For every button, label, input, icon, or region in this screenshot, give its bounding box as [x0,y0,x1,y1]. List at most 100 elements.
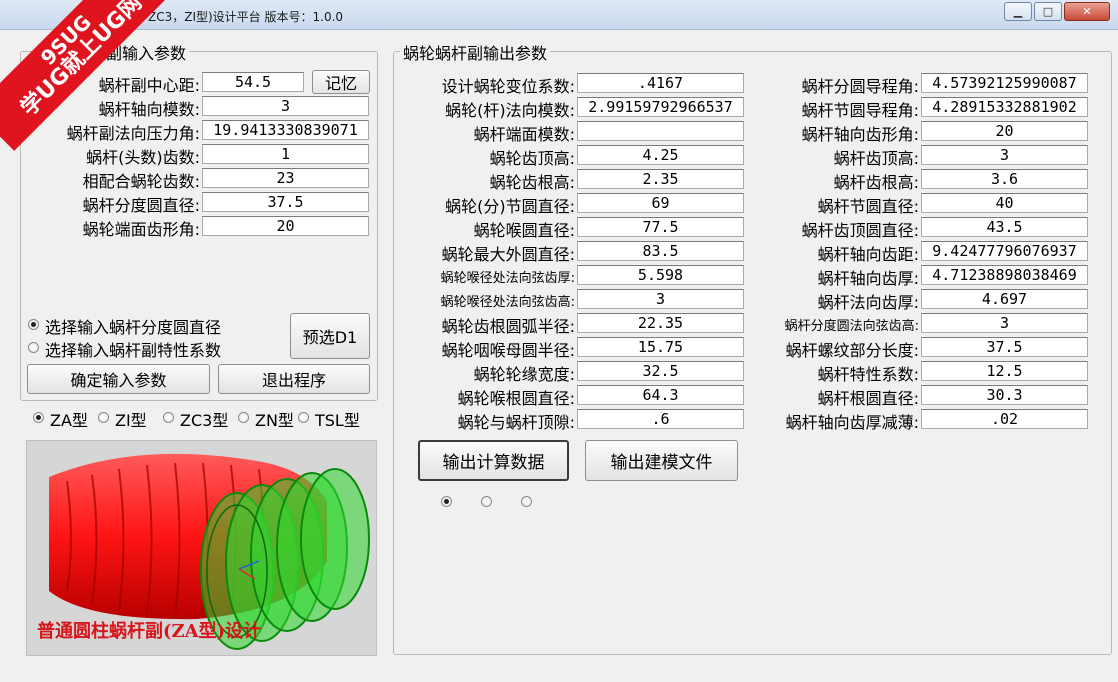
output-field: 40 [921,193,1088,213]
type-radio[interactable] [298,412,309,423]
input-field[interactable]: 3 [202,96,369,116]
output-label: 蜗杆轴向齿形角: [801,125,919,144]
output-label: 蜗杆轴向齿厚: [817,269,919,288]
output-field: 83.5 [577,241,744,261]
output-label: 蜗轮齿根圆弧半径: [441,317,575,336]
output-field: 5.598 [577,265,744,285]
input-field[interactable]: 54.5 [202,72,304,92]
output-label: 蜗轮咽喉母圆半径: [441,341,575,360]
output-label: 蜗轮(杆)法向模数: [445,101,575,120]
output-label: 蜗杆节圆直径: [817,197,919,216]
type-radio[interactable] [163,412,174,423]
window-title: ZC3，ZI型)设计平台 版本号：1.0.0 [148,10,344,24]
maximize-icon: □ [1042,5,1054,18]
type-radio[interactable] [238,412,249,423]
output-calc-data-button[interactable]: 输出计算数据 [418,440,569,481]
preselect-d1-button[interactable]: 预选D1 [290,313,370,359]
close-button[interactable]: ✕ [1064,2,1110,21]
output-label: 蜗杆端面模数: [473,125,575,144]
close-icon: ✕ [1082,5,1092,18]
output-field: 20 [921,121,1088,141]
output-field: 3.6 [921,169,1088,189]
output-field: 32.5 [577,361,744,381]
preview-caption: 普通圆柱蜗杆副(ZA型)设计 [37,621,262,642]
output-option-radio-3[interactable] [521,496,532,507]
output-field: .6 [577,409,744,429]
output-group-title: 蜗轮蜗杆副输出参数 [400,40,551,64]
output-field: 3 [577,289,744,309]
output-field: 12.5 [921,361,1088,381]
title-bar: ZC3，ZI型)设计平台 版本号：1.0.0 ▁ □ ✕ [0,0,1118,30]
output-label: 蜗杆轴向齿厚减薄: [785,413,919,432]
type-radio[interactable] [98,412,109,423]
output-option-radio-2[interactable] [481,496,492,507]
input-label: 蜗杆分度圆直径: [82,196,200,215]
output-field: 3 [921,313,1088,333]
output-field: 4.57392125990087 [921,73,1088,93]
input-field[interactable]: 1 [202,144,369,164]
output-field: 4.71238898038469 [921,265,1088,285]
output-label: 蜗轮齿根高: [489,173,575,192]
output-field: 3 [921,145,1088,165]
type-radio-label: ZC3型 [180,411,229,430]
type-radio-label: ZI型 [115,411,147,430]
output-label: 蜗杆分度圆法向弦齿高: [784,319,919,334]
confirm-input-button[interactable]: 确定输入参数 [27,364,210,394]
output-field: 22.35 [577,313,744,333]
output-label: 蜗杆齿顶高: [833,149,919,168]
output-label: 蜗轮(分)节圆直径: [445,197,575,216]
output-label: 蜗轮与蜗杆顶隙: [457,413,575,432]
output-label: 蜗杆法向齿厚: [817,293,919,312]
maximize-button[interactable]: □ [1034,2,1062,21]
model-preview: 普通圆柱蜗杆副(ZA型)设计 [26,440,377,656]
output-label: 蜗轮轮缘宽度: [473,365,575,384]
input-label: 蜗杆副法向压力角: [66,124,200,143]
exit-program-button[interactable]: 退出程序 [218,364,370,394]
output-field: 77.5 [577,217,744,237]
output-label: 蜗杆特性系数: [817,365,919,384]
input-field[interactable]: 23 [202,168,369,188]
output-field: 43.5 [921,217,1088,237]
minimize-button[interactable]: ▁ [1004,2,1032,21]
input-label: 蜗杆轴向模数: [98,100,200,119]
output-label: 蜗杆齿根高: [833,173,919,192]
output-label: 设计蜗轮变位系数: [441,77,575,96]
radio-input-characteristic-coeff[interactable] [28,342,39,353]
type-radio-label: ZA型 [50,411,88,430]
output-field: 4.28915332881902 [921,97,1088,117]
output-label: 蜗轮喉径处法向弦齿高: [440,295,575,310]
input-field[interactable]: 19.9413330839071 [202,120,369,140]
output-label: 蜗杆分圆导程角: [801,77,919,96]
type-radio-label: TSL型 [315,411,360,430]
output-label: 蜗杆轴向齿距: [817,245,919,264]
radio-input-pitch-diameter-label: 选择输入蜗杆分度圆直径 [45,318,222,337]
output-label: 蜗轮喉径处法向弦齿厚: [440,271,575,286]
output-field: 2.99159792966537 [577,97,744,117]
input-field[interactable]: 20 [202,216,369,236]
input-label: 相配合蜗轮齿数: [82,172,200,191]
minimize-icon: ▁ [1013,5,1023,18]
output-field: 2.35 [577,169,744,189]
output-field: 30.3 [921,385,1088,405]
output-label: 蜗轮齿顶高: [489,149,575,168]
type-radio-label: ZN型 [255,411,294,430]
output-label: 蜗杆节圆导程角: [801,101,919,120]
input-field[interactable]: 37.5 [202,192,369,212]
input-label: 蜗轮端面齿形角: [82,220,200,239]
output-label: 蜗杆齿顶圆直径: [801,221,919,240]
output-field [577,121,744,141]
output-field: .02 [921,409,1088,429]
output-label: 蜗杆螺纹部分长度: [785,341,919,360]
input-label: 蜗杆副中心距: [98,76,200,95]
output-option-radio-1[interactable] [441,496,452,507]
output-label: 蜗轮最大外圆直径: [441,245,575,264]
radio-input-characteristic-coeff-label: 选择输入蜗杆副特性系数 [45,341,222,360]
output-field: 4.697 [921,289,1088,309]
input-label: 蜗杆(头数)齿数: [86,148,200,167]
output-field: 4.25 [577,145,744,165]
type-radio[interactable] [33,412,44,423]
radio-input-pitch-diameter[interactable] [28,319,39,330]
output-label: 蜗轮喉圆直径: [473,221,575,240]
memory-button[interactable]: 记忆 [312,70,370,94]
output-model-file-button[interactable]: 输出建模文件 [585,440,738,481]
